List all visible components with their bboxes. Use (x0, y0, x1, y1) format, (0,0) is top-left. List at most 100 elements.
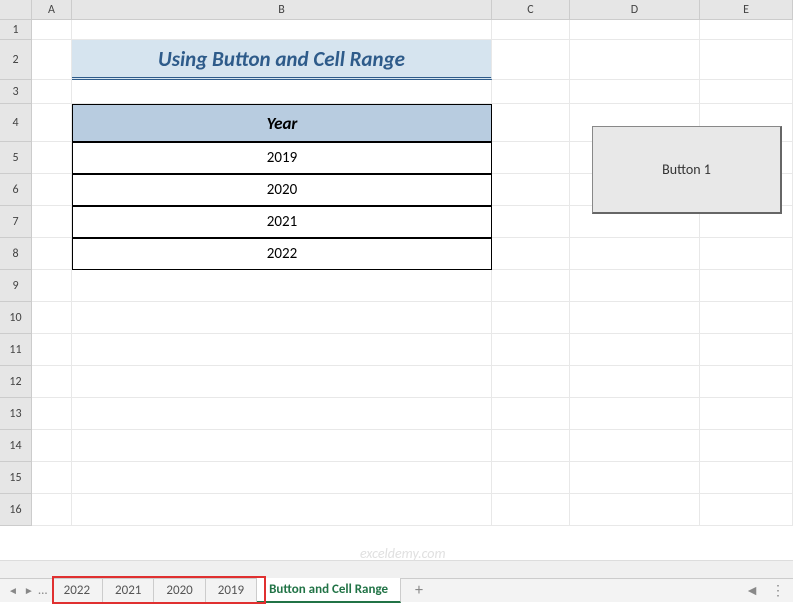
cell-c11[interactable] (492, 334, 570, 366)
cell-a3[interactable] (32, 80, 72, 104)
sheet-tab-2021[interactable]: 2021 (103, 579, 154, 602)
cell-c10[interactable] (492, 302, 570, 334)
cell-c4[interactable] (492, 104, 570, 142)
tab-next-icon[interactable]: ► (24, 584, 34, 597)
tab-prev-icon[interactable]: ◄ (8, 584, 18, 597)
cell-a16[interactable] (32, 494, 72, 526)
sheet-tab-2019[interactable]: 2019 (206, 579, 257, 602)
cell-e11[interactable] (700, 334, 793, 366)
row-header-8[interactable]: 8 (0, 238, 32, 270)
title-cell[interactable]: Using Button and Cell Range (72, 40, 492, 80)
cell-d10[interactable] (570, 302, 700, 334)
col-header-c[interactable]: C (492, 0, 570, 19)
cell-c2[interactable] (492, 40, 570, 80)
cell-a9[interactable] (32, 270, 72, 302)
cell-b10[interactable] (72, 302, 492, 334)
cell-c16[interactable] (492, 494, 570, 526)
row-header-16[interactable]: 16 (0, 494, 32, 526)
cell-a10[interactable] (32, 302, 72, 334)
tab-scroll-left-icon[interactable]: ◄ (745, 582, 759, 599)
cell-e16[interactable] (700, 494, 793, 526)
cell-c8[interactable] (492, 238, 570, 270)
cell-a12[interactable] (32, 366, 72, 398)
cell-e1[interactable] (700, 20, 793, 40)
cell-c7[interactable] (492, 206, 570, 238)
tab-options-icon[interactable]: ⋮ (771, 582, 785, 599)
row-header-11[interactable]: 11 (0, 334, 32, 366)
cell-a2[interactable] (32, 40, 72, 80)
select-all-corner[interactable] (0, 0, 32, 19)
cell-d9[interactable] (570, 270, 700, 302)
cell-c9[interactable] (492, 270, 570, 302)
cell-d2[interactable] (570, 40, 700, 80)
cell-e8[interactable] (700, 238, 793, 270)
cell-c14[interactable] (492, 430, 570, 462)
cell-e15[interactable] (700, 462, 793, 494)
cell-d1[interactable] (570, 20, 700, 40)
cell-e3[interactable] (700, 80, 793, 104)
col-header-e[interactable]: E (700, 0, 793, 19)
cell-b13[interactable] (72, 398, 492, 430)
row-header-9[interactable]: 9 (0, 270, 32, 302)
cell-b12[interactable] (72, 366, 492, 398)
cell-a13[interactable] (32, 398, 72, 430)
cell-b14[interactable] (72, 430, 492, 462)
sheet-tab-2020[interactable]: 2020 (154, 579, 205, 602)
cell-e10[interactable] (700, 302, 793, 334)
macro-button-1[interactable]: Button 1 (592, 126, 782, 214)
sheet-tab-active[interactable]: Button and Cell Range (257, 578, 401, 603)
cell-b1[interactable] (72, 20, 492, 40)
cell-c5[interactable] (492, 142, 570, 174)
cell-c13[interactable] (492, 398, 570, 430)
sheet-tab-2022[interactable]: 2022 (52, 579, 103, 602)
cell-c3[interactable] (492, 80, 570, 104)
cell-b16[interactable] (72, 494, 492, 526)
row-header-10[interactable]: 10 (0, 302, 32, 334)
cell-a7[interactable] (32, 206, 72, 238)
table-row[interactable]: 2020 (72, 174, 492, 206)
cell-e2[interactable] (700, 40, 793, 80)
row-header-4[interactable]: 4 (0, 104, 32, 142)
row-header-12[interactable]: 12 (0, 366, 32, 398)
cell-c1[interactable] (492, 20, 570, 40)
table-row[interactable]: 2021 (72, 206, 492, 238)
cell-a15[interactable] (32, 462, 72, 494)
row-header-7[interactable]: 7 (0, 206, 32, 238)
cell-e14[interactable] (700, 430, 793, 462)
table-row[interactable]: 2019 (72, 142, 492, 174)
cell-a6[interactable] (32, 174, 72, 206)
cell-c15[interactable] (492, 462, 570, 494)
col-header-d[interactable]: D (570, 0, 700, 19)
cell-e9[interactable] (700, 270, 793, 302)
col-header-b[interactable]: B (72, 0, 492, 19)
cell-a8[interactable] (32, 238, 72, 270)
cell-c12[interactable] (492, 366, 570, 398)
table-row[interactable]: 2022 (72, 238, 492, 270)
cell-e13[interactable] (700, 398, 793, 430)
row-header-2[interactable]: 2 (0, 40, 32, 80)
cell-a5[interactable] (32, 142, 72, 174)
row-header-6[interactable]: 6 (0, 174, 32, 206)
cell-e12[interactable] (700, 366, 793, 398)
cell-d16[interactable] (570, 494, 700, 526)
row-header-1[interactable]: 1 (0, 20, 32, 40)
cell-b3[interactable] (72, 80, 492, 104)
row-header-14[interactable]: 14 (0, 430, 32, 462)
cell-b15[interactable] (72, 462, 492, 494)
table-header-year[interactable]: Year (72, 104, 492, 142)
row-header-15[interactable]: 15 (0, 462, 32, 494)
cell-c6[interactable] (492, 174, 570, 206)
col-header-a[interactable]: A (32, 0, 72, 19)
cell-a1[interactable] (32, 20, 72, 40)
cell-d11[interactable] (570, 334, 700, 366)
cell-d13[interactable] (570, 398, 700, 430)
cell-d15[interactable] (570, 462, 700, 494)
horizontal-scrollbar[interactable] (0, 560, 793, 578)
cell-d14[interactable] (570, 430, 700, 462)
cell-d3[interactable] (570, 80, 700, 104)
tabs-overflow-icon[interactable]: ... (34, 583, 52, 598)
cell-b11[interactable] (72, 334, 492, 366)
cell-a11[interactable] (32, 334, 72, 366)
row-header-3[interactable]: 3 (0, 80, 32, 104)
cell-a14[interactable] (32, 430, 72, 462)
